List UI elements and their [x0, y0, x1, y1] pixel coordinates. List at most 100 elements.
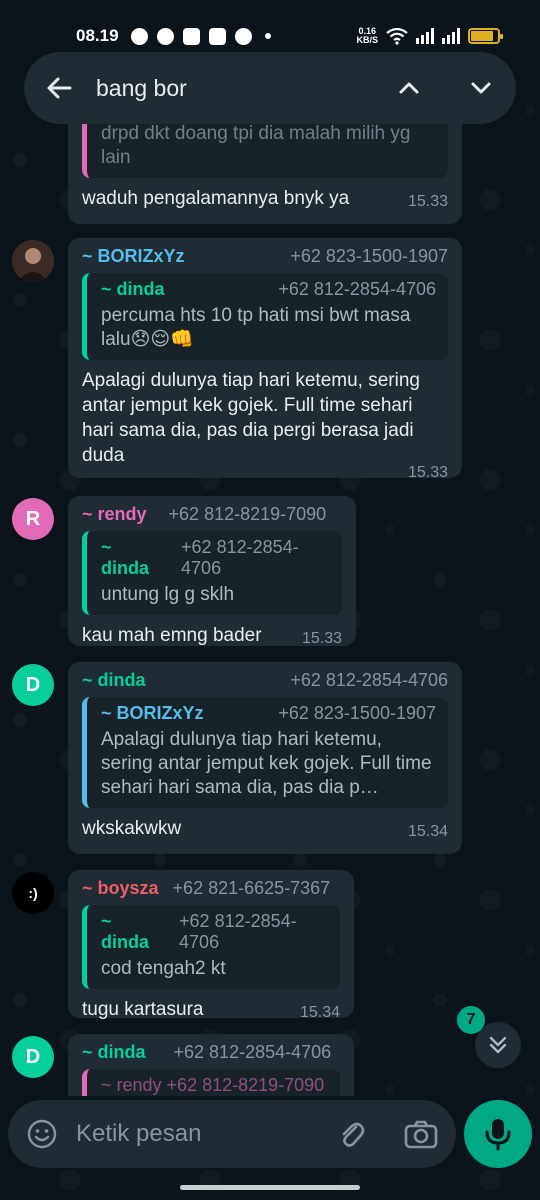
message-header: ~ dinda +62 812-2854-4706 — [82, 1042, 340, 1063]
quoted-message: drpd dkt doang tpi dia malah milih yg la… — [82, 124, 448, 178]
avatar[interactable] — [12, 240, 54, 282]
sender-name[interactable]: ~ boysza — [82, 878, 159, 899]
sender-name[interactable]: ~ dinda — [82, 1042, 146, 1063]
message-time: 15.33 — [301, 630, 342, 647]
message-text: Apalagi dulunya tiap hari ketemu, sering… — [82, 370, 420, 466]
more-notifications-icon — [264, 33, 271, 39]
message-header: ~ dinda +62 812-2854-4706 — [82, 670, 448, 691]
quoted-text: Apalagi dulunya tiap hari ketemu, sering… — [101, 729, 432, 798]
facebook-icon — [156, 27, 174, 45]
message-row: tugu kartasura 15.34 — [82, 997, 340, 1022]
camera-icon[interactable] — [404, 1119, 438, 1149]
quoted-text: untung lg g sklh — [101, 584, 235, 605]
message-text: kau mah emng bader — [82, 625, 262, 646]
chevron-down-icon[interactable] — [466, 73, 496, 103]
signal-icon-1 — [416, 28, 434, 44]
message-bubble[interactable]: ~ dinda +62 812-2854-4706 ~ rendy +62 81… — [68, 1034, 354, 1096]
message-row: waduh pengalamannya bnyk ya 15.33 — [82, 186, 448, 211]
sender-name[interactable]: ~ rendy — [82, 504, 147, 525]
search-bar: bang bor — [24, 52, 516, 124]
network-speed-unit: KB/S — [356, 35, 378, 45]
network-speed: 0.16 KB/S — [356, 27, 378, 45]
sender-phone: +62 812-2854-4706 — [173, 1042, 332, 1062]
avatar-letter: R — [25, 507, 41, 530]
message-header: ~ BORIZxYz +62 823-1500-1907 — [82, 246, 448, 267]
avatar-text: :) — [28, 885, 38, 901]
sender-name[interactable]: ~ BORIZxYz — [82, 246, 185, 267]
avatar[interactable]: D — [12, 664, 54, 706]
paperclip-icon[interactable] — [336, 1118, 366, 1150]
quoted-header: ~ dinda +62 812-2854-4706 — [101, 279, 436, 300]
quoted-phone: +62 812-2854-4706 — [179, 911, 297, 952]
wifi-icon — [386, 27, 408, 45]
sender-phone: +62 823-1500-1907 — [290, 246, 448, 266]
quoted-phone: +62 823-1500-1907 — [278, 703, 436, 723]
search-input[interactable]: bang bor — [96, 75, 352, 102]
quoted-phone: +62 812-2854-4706 — [278, 279, 436, 299]
quoted-message[interactable]: ~ dinda +62 812-2854-4706 percuma hts 10… — [82, 273, 448, 360]
message-list[interactable]: drpd dkt doang tpi dia malah milih yg la… — [0, 124, 540, 1096]
message-time: 15.33 — [407, 193, 448, 210]
quoted-header: ~ BORIZxYz +62 823-1500-1907 — [101, 703, 436, 724]
quoted-message[interactable]: ~ dinda +62 812-2854-4706 untung lg g sk… — [82, 531, 342, 615]
quoted-header: ~ dinda +62 812-2854-4706 — [101, 911, 328, 953]
sender-name[interactable]: ~ dinda — [82, 670, 146, 691]
quoted-message[interactable]: ~ BORIZxYz +62 823-1500-1907 Apalagi dul… — [82, 697, 448, 808]
message-input[interactable]: Ketik pesan — [76, 1120, 336, 1148]
avatar[interactable]: R — [12, 498, 54, 540]
message-row: wkskakwkw 15.34 — [82, 816, 448, 841]
arrow-left-icon[interactable] — [44, 73, 74, 103]
message-bubble[interactable]: ~ BORIZxYz +62 823-1500-1907 ~ dinda +62… — [68, 238, 462, 481]
message-text: waduh pengalamannya bnyk ya — [82, 188, 350, 209]
avatar[interactable]: D — [12, 1036, 54, 1078]
message-time: 15.34 — [407, 823, 448, 840]
emoji-icon[interactable] — [26, 1118, 58, 1150]
signal-icon-2 — [442, 28, 460, 44]
profile-photo-icon — [12, 240, 54, 282]
message-bubble[interactable]: ~ dinda +62 812-2854-4706 ~ BORIZxYz +62… — [68, 662, 462, 854]
quoted-sender: ~ dinda — [101, 279, 165, 299]
message-header: ~ boysza +62 821-6625-7367 — [82, 878, 340, 899]
tiktok-icon — [208, 27, 226, 45]
home-indicator[interactable] — [180, 1185, 360, 1190]
message-bubble[interactable]: ~ rendy +62 812-8219-7090 ~ dinda +62 81… — [68, 496, 356, 648]
double-chevron-down-icon — [489, 1036, 507, 1054]
scroll-to-bottom-button[interactable] — [475, 1022, 521, 1068]
chat-app-icon — [182, 27, 200, 45]
pinterest-icon — [234, 27, 252, 45]
message-bubble[interactable]: drpd dkt doang tpi dia malah milih yg la… — [68, 124, 462, 224]
sender-phone: +62 821-6625-7367 — [172, 878, 331, 898]
avatar[interactable]: :) — [12, 872, 54, 914]
quoted-message[interactable]: ~ dinda +62 812-2854-4706 cod tengah2 kt — [82, 905, 340, 989]
quoted-sender: ~ BORIZxYz — [101, 703, 204, 723]
message-time: 15.34 — [299, 1004, 340, 1021]
status-indicators: 0.16 KB/S — [356, 27, 503, 45]
status-time: 08.19 — [76, 26, 119, 45]
quoted-message[interactable]: ~ rendy +62 812-8219-7090 — [82, 1069, 340, 1096]
whatsapp-icon — [130, 27, 148, 45]
quoted-phone: +62 812-2854-4706 — [181, 537, 299, 578]
message-text: wkskakwkw — [82, 818, 182, 839]
chevron-up-icon[interactable] — [394, 73, 424, 103]
battery-icon — [468, 28, 503, 44]
sender-phone: +62 812-8219-7090 — [168, 504, 327, 524]
voice-record-button[interactable] — [464, 1100, 532, 1168]
quoted-sender: ~ dinda — [101, 537, 149, 578]
notification-icons — [130, 27, 271, 45]
message-composer: Ketik pesan — [8, 1100, 456, 1168]
message-row: kau mah emng bader 15.33 — [82, 623, 342, 648]
avatar-letter: D — [25, 673, 41, 696]
quoted-text: drpd dkt doang tpi dia malah milih yg la… — [101, 124, 411, 168]
quoted-text: percuma hts 10 tp hati msi bwt masa lalu… — [101, 305, 411, 350]
unread-count-badge: 7 — [457, 1006, 485, 1034]
message-time: 15.33 — [407, 464, 448, 481]
microphone-icon — [485, 1119, 511, 1151]
quoted-text: cod tengah2 kt — [101, 958, 226, 979]
avatar-letter: D — [25, 1045, 41, 1068]
quoted-header: ~ dinda +62 812-2854-4706 — [101, 537, 330, 579]
message-header: ~ rendy +62 812-8219-7090 — [82, 504, 342, 525]
battery-fill — [471, 31, 494, 41]
message-text: tugu kartasura — [82, 999, 204, 1020]
quoted-sender: ~ dinda — [101, 911, 149, 952]
message-bubble[interactable]: ~ boysza +62 821-6625-7367 ~ dinda +62 8… — [68, 870, 354, 1021]
